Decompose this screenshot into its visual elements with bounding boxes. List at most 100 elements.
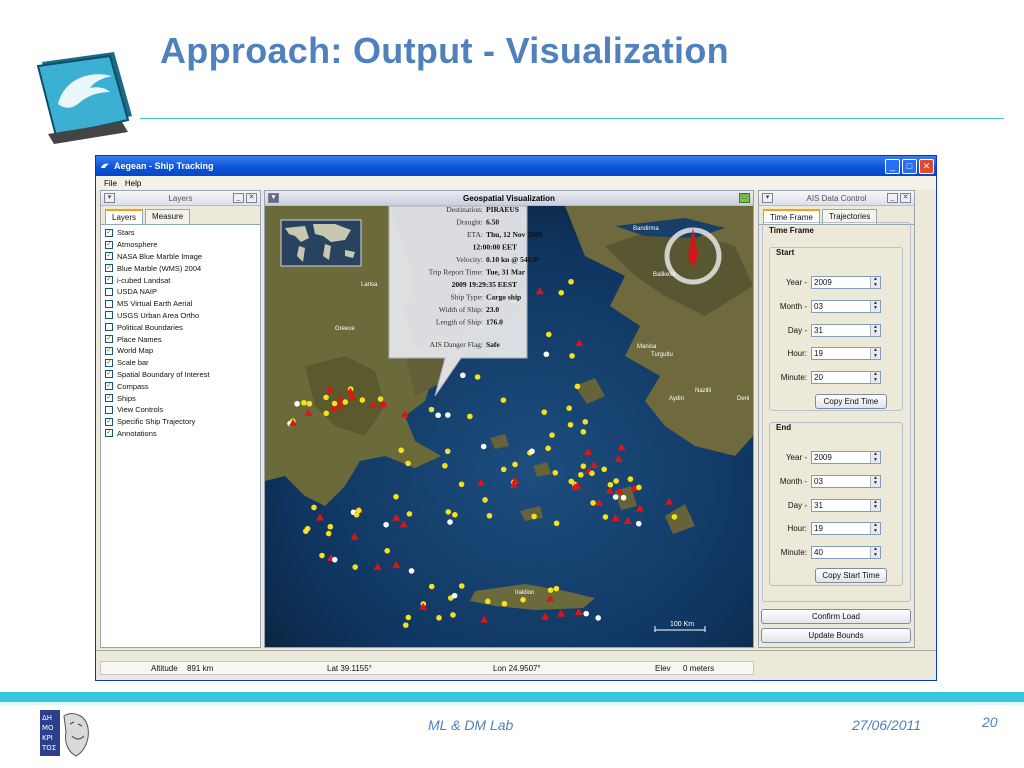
ship-marker-icon[interactable] [567,421,574,428]
ship-marker-icon[interactable] [601,466,607,473]
checkbox-checked-icon[interactable]: ✓ [105,346,113,355]
ship-marker-icon[interactable] [306,400,313,407]
ship-marker-icon[interactable] [582,419,589,425]
time-spinner[interactable]: 2009 ▲ ▼ [811,451,881,464]
ship-marker-icon[interactable] [589,470,595,477]
minimize-icon[interactable]: _ [885,158,900,174]
ship-marker-icon[interactable] [325,530,332,537]
checkbox-checked-icon[interactable]: ✓ [105,276,113,285]
spinner-arrows-icon[interactable]: ▲ ▼ [870,451,880,463]
collapse-icon[interactable]: ▾ [268,193,279,203]
ship-marker-icon[interactable] [501,600,508,607]
ship-marker-icon[interactable] [444,448,451,455]
ship-marker-icon[interactable] [541,409,548,415]
ship-marker-icon[interactable] [613,478,619,484]
ship-marker-icon[interactable] [331,400,338,407]
ship-marker-icon[interactable] [402,622,409,628]
spinner-value[interactable]: 20 [812,372,870,383]
ship-marker-icon[interactable] [529,448,535,455]
ship-marker-icon[interactable] [480,443,487,450]
ship-marker-icon[interactable] [486,512,493,519]
ship-marker-icon[interactable] [590,500,596,506]
spinner-value[interactable]: 19 [812,523,870,534]
ship-marker-icon[interactable] [447,519,453,525]
spinner-arrows-icon[interactable]: ▲ ▼ [870,499,880,511]
ship-marker-icon[interactable] [568,278,574,285]
ship-marker-icon[interactable] [405,614,412,621]
ship-marker-icon[interactable] [319,552,325,559]
close-icon[interactable]: ✕ [919,158,934,174]
layer-item[interactable]: ✓ NASA Blue Marble Image [105,251,256,263]
spinner-arrows-icon[interactable]: ▲ ▼ [870,475,880,487]
ship-marker-icon[interactable] [451,592,458,599]
ship-marker-icon[interactable] [520,597,526,603]
ship-marker-icon[interactable] [583,610,589,617]
ship-marker-icon[interactable] [458,583,465,589]
spinner-value[interactable]: 03 [812,476,870,487]
checkbox-unchecked-icon[interactable] [105,311,113,320]
time-spinner[interactable]: 31 ▲ ▼ [811,498,881,512]
ship-marker-icon[interactable] [546,331,552,338]
ship-marker-icon[interactable] [500,466,507,473]
ship-marker-icon[interactable] [301,399,307,406]
time-spinner[interactable]: 03 ▲ ▼ [811,474,881,488]
time-spinner[interactable]: 31 ▲ ▼ [811,323,881,337]
layer-item[interactable]: ✓ Specific Ship Trajectory [105,416,256,428]
ship-marker-icon[interactable] [500,397,507,403]
time-spinner[interactable]: 19 ▲ ▼ [811,522,881,536]
checkbox-checked-icon[interactable]: ✓ [105,252,113,261]
ship-marker-icon[interactable] [384,548,391,554]
spinner-arrows-icon[interactable]: ▲ ▼ [870,348,880,360]
close-icon[interactable]: ✕ [900,193,911,203]
checkbox-checked-icon[interactable]: ✓ [105,358,113,367]
update-bounds-button[interactable]: Update Bounds [761,628,911,643]
spinner-value[interactable]: 40 [812,547,870,558]
ship-marker-icon[interactable] [558,289,565,296]
ship-marker-icon[interactable] [311,504,317,511]
checkbox-unchecked-icon[interactable] [105,299,113,308]
collapse-icon[interactable]: ▾ [104,193,115,203]
ship-marker-icon[interactable] [383,521,389,528]
checkbox-unchecked-icon[interactable] [105,323,113,332]
ship-marker-icon[interactable] [553,520,560,527]
layer-item[interactable]: ✓ Place Names [105,333,256,345]
layer-item[interactable]: ✓ i-cubed Landsat [105,274,256,286]
restore-icon[interactable]: □ [739,193,750,203]
layer-item[interactable]: Political Boundaries [105,321,256,333]
ship-marker-icon[interactable] [636,484,642,491]
tab-measure[interactable]: Measure [145,209,191,224]
time-spinner[interactable]: 20 ▲ ▼ [811,371,881,385]
time-spinner[interactable]: 2009 ▲ ▼ [811,276,881,289]
ship-marker-icon[interactable] [460,372,466,379]
spinner-arrows-icon[interactable]: ▲ ▼ [870,523,880,535]
ship-marker-icon[interactable] [458,481,465,488]
confirm-load-button[interactable]: Confirm Load [761,609,911,624]
ship-marker-icon[interactable] [445,412,451,418]
ship-marker-icon[interactable] [294,400,300,407]
ship-marker-icon[interactable] [359,397,366,403]
spinner-value[interactable]: 2009 [812,277,870,288]
ship-marker-icon[interactable] [568,478,575,485]
menu-file[interactable]: File [104,179,117,188]
ship-marker-icon[interactable] [323,410,330,417]
spinner-arrows-icon[interactable]: ▲ ▼ [870,371,880,384]
ship-marker-icon[interactable] [331,556,338,563]
checkbox-checked-icon[interactable]: ✓ [105,335,113,344]
layer-item[interactable]: ✓ Spatial Boundary of Interest [105,369,256,381]
ship-marker-icon[interactable] [485,598,491,605]
layer-item[interactable]: ✓ Blue Marble (WMS) 2004 [105,262,256,274]
spinner-arrows-icon[interactable]: ▲ ▼ [870,546,880,559]
checkbox-checked-icon[interactable]: ✓ [105,228,113,237]
time-spinner[interactable]: 19 ▲ ▼ [811,347,881,361]
checkbox-unchecked-icon[interactable] [105,287,113,296]
time-spinner[interactable]: 40 ▲ ▼ [811,546,881,560]
spinner-value[interactable]: 2009 [812,452,870,463]
ship-marker-icon[interactable] [408,568,415,574]
ship-marker-icon[interactable] [580,429,587,435]
ship-marker-icon[interactable] [574,383,581,390]
ship-marker-icon[interactable] [545,445,551,452]
ship-marker-icon[interactable] [405,460,411,467]
ship-marker-icon[interactable] [467,413,473,420]
ship-marker-icon[interactable] [323,394,329,401]
ship-marker-icon[interactable] [327,523,334,530]
